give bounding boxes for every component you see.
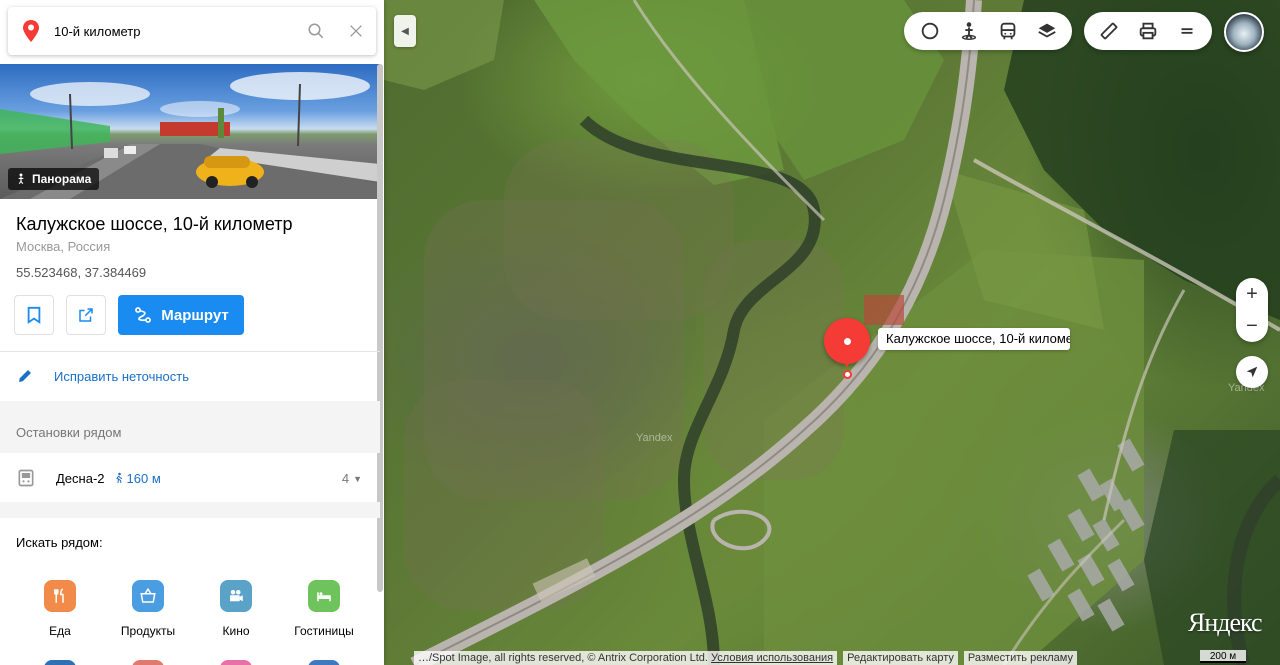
stops-section-header: Остановки рядом bbox=[0, 401, 380, 453]
search-input[interactable]: 10-й километр bbox=[54, 24, 296, 39]
stop-name: Десна-2 bbox=[56, 470, 105, 486]
menu-icon bbox=[1181, 28, 1193, 34]
pin-point-icon bbox=[843, 370, 852, 379]
place-coordinates[interactable]: 55.523468, 37.384469 bbox=[16, 265, 146, 280]
edit-map-link[interactable]: Редактировать карту bbox=[843, 651, 958, 665]
panorama-button[interactable]: Панорама bbox=[8, 168, 100, 190]
menu-button[interactable] bbox=[1167, 12, 1206, 50]
fork-knife-icon bbox=[44, 580, 76, 612]
traffic-toggle-button[interactable] bbox=[910, 12, 949, 50]
location-marker-icon bbox=[8, 20, 54, 42]
basket-icon bbox=[132, 580, 164, 612]
bus-icon bbox=[1000, 22, 1015, 40]
layers-toolbar bbox=[904, 12, 1072, 50]
more-category-icon[interactable] bbox=[44, 660, 76, 665]
zoom-out-button[interactable]: − bbox=[1236, 310, 1268, 342]
map-watermark-2: Yandex bbox=[1228, 382, 1265, 394]
copyright-bar: …/Spot Image, all rights reserved, © Ant… bbox=[414, 651, 1077, 665]
fix-inaccuracy-link[interactable]: Исправить неточность bbox=[0, 352, 380, 400]
category-label: Продукты bbox=[120, 624, 176, 638]
category-label: Кино bbox=[222, 624, 250, 638]
printer-icon bbox=[1139, 22, 1157, 40]
tools-toolbar bbox=[1084, 12, 1212, 50]
layers-icon bbox=[1037, 23, 1056, 38]
route-icon bbox=[135, 307, 152, 323]
scale-bar: 200 м bbox=[1200, 650, 1246, 663]
nearby-category-groceries[interactable]: Продукты bbox=[104, 580, 192, 638]
nearby-category-hotels[interactable]: Гостиницы bbox=[280, 580, 368, 638]
panorama-preview[interactable]: Панорама bbox=[0, 64, 380, 199]
more-category-icon[interactable] bbox=[220, 660, 252, 665]
panorama-person-icon bbox=[961, 22, 976, 40]
bookmark-button[interactable] bbox=[14, 295, 54, 335]
panorama-person-icon bbox=[18, 173, 24, 185]
panorama-toggle-button[interactable] bbox=[949, 12, 988, 50]
film-camera-icon bbox=[220, 580, 252, 612]
stop-row[interactable]: Десна-2 160 м 4 ▼ bbox=[0, 454, 380, 502]
search-icon bbox=[308, 23, 324, 39]
place-title: Калужское шоссе, 10-й километр bbox=[16, 214, 293, 234]
search-bar: 10-й километр bbox=[8, 7, 376, 55]
close-icon bbox=[350, 25, 362, 37]
zoom-controls: + − bbox=[1236, 278, 1268, 342]
bookmark-icon bbox=[27, 306, 41, 324]
panorama-label: Панорама bbox=[32, 172, 92, 186]
pin-label[interactable]: Калужское шоссе, 10-й километр bbox=[878, 328, 1070, 350]
place-subtitle: Москва, Россия bbox=[16, 239, 111, 254]
location-pin[interactable] bbox=[824, 318, 870, 368]
traffic-icon bbox=[921, 22, 938, 40]
category-label: Гостиницы bbox=[294, 624, 354, 638]
terms-link[interactable]: Условия использования bbox=[711, 652, 833, 664]
navigation-arrow-icon bbox=[1246, 366, 1258, 378]
stop-routes-count: 4 bbox=[341, 471, 350, 486]
route-label: Маршрут bbox=[161, 306, 229, 324]
fix-label: Исправить неточность bbox=[54, 368, 189, 384]
route-button[interactable]: Маршрут bbox=[118, 295, 244, 335]
nearby-header: Искать рядом: bbox=[16, 535, 103, 550]
collapse-panel-button[interactable]: ◀ bbox=[394, 15, 416, 47]
pencil-icon bbox=[19, 370, 31, 382]
share-button[interactable] bbox=[66, 295, 106, 335]
yandex-logo[interactable]: Яндекс bbox=[1188, 608, 1263, 638]
more-category-icon[interactable] bbox=[132, 660, 164, 665]
print-button[interactable] bbox=[1129, 12, 1168, 50]
zoom-in-button[interactable]: + bbox=[1236, 278, 1268, 310]
clear-search-button[interactable] bbox=[336, 7, 376, 55]
user-avatar[interactable] bbox=[1224, 12, 1264, 52]
bus-stop-icon bbox=[18, 469, 34, 487]
transport-toggle-button[interactable] bbox=[988, 12, 1027, 50]
copyright-text: …/Spot Image, all rights reserved, © Ant… bbox=[418, 652, 708, 664]
more-category-icon[interactable] bbox=[308, 660, 340, 665]
bed-icon bbox=[308, 580, 340, 612]
stop-distance: 160 м bbox=[126, 470, 161, 486]
map-watermark: Yandex bbox=[636, 432, 673, 444]
ruler-button[interactable] bbox=[1090, 12, 1129, 50]
sidebar-panel: Панорама 10-й километр Калужское шоссе, … bbox=[0, 0, 384, 665]
ruler-icon bbox=[1101, 22, 1118, 40]
category-label: Еда bbox=[49, 624, 71, 638]
layers-button[interactable] bbox=[1027, 12, 1066, 50]
nearby-category-cinema[interactable]: Кино bbox=[192, 580, 280, 638]
satellite-map[interactable]: ◀ + − Калужское шоссе, 10-й километр Yan… bbox=[384, 0, 1280, 665]
share-icon bbox=[79, 308, 93, 322]
search-button[interactable] bbox=[296, 7, 336, 55]
walking-person-icon bbox=[115, 472, 122, 484]
nearby-category-food[interactable]: Еда bbox=[16, 580, 104, 638]
chevron-down-icon: ▼ bbox=[353, 473, 362, 484]
advertise-link[interactable]: Разместить рекламу bbox=[963, 651, 1077, 665]
